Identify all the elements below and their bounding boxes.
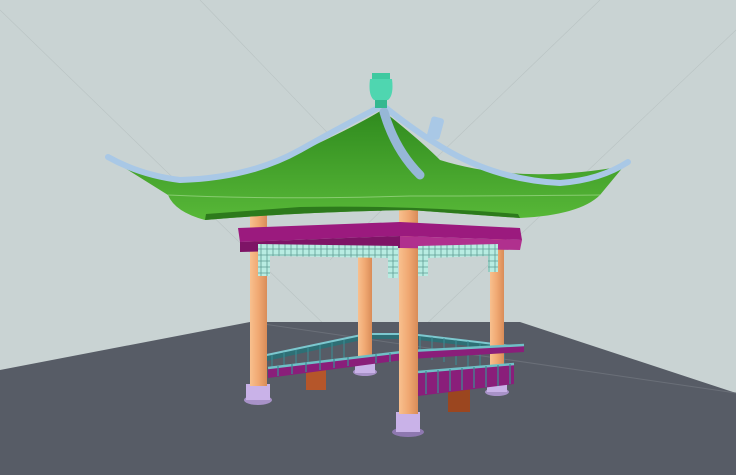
pavilion-model-render [0,0,736,475]
viewport[interactable] [0,0,736,475]
